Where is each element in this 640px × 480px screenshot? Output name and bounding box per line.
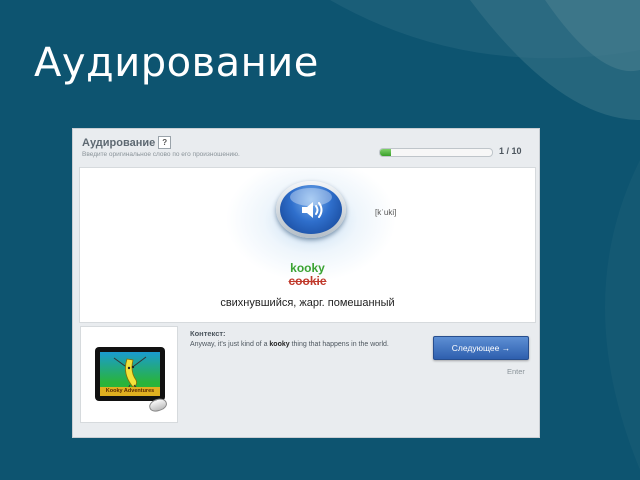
context-sentence: Anyway, it's just kind of a kooky thing … bbox=[190, 340, 405, 350]
speaker-icon bbox=[302, 202, 323, 218]
play-audio-button-face bbox=[280, 185, 342, 234]
context-thumbnail[interactable]: Kooky Adventures bbox=[80, 326, 178, 423]
tablet-screen: Kooky Adventures bbox=[100, 352, 160, 396]
progress-bar-fill bbox=[380, 149, 392, 156]
app-screenshot: Аудирование? Введите оригинальное слово … bbox=[72, 128, 540, 438]
help-icon[interactable]: ? bbox=[158, 136, 172, 149]
context-label: Контекст: bbox=[190, 329, 226, 338]
next-button[interactable]: Следующее → bbox=[433, 336, 529, 360]
exercise-header: Аудирование? bbox=[82, 136, 172, 149]
progress-bar bbox=[379, 148, 493, 157]
transcription: [kˈuki] bbox=[375, 208, 397, 217]
exercise-instruction: Введите оригинальное слово по его произн… bbox=[82, 151, 240, 158]
correct-word: kooky bbox=[290, 261, 325, 275]
user-wrong-answer: cookie bbox=[288, 274, 327, 288]
enter-key-hint: Enter bbox=[507, 367, 525, 376]
word-translation: свихнувшийся, жарг. помешанный bbox=[220, 297, 395, 309]
tablet-image: Kooky Adventures bbox=[95, 347, 165, 401]
context-text-before: Anyway, it's just kind of a bbox=[190, 341, 270, 348]
thumbnail-caption: Kooky Adventures bbox=[100, 387, 160, 396]
exercise-title: Аудирование bbox=[82, 137, 156, 149]
context-text-after: thing that happens in the world. bbox=[289, 341, 389, 348]
slide-title: Аудирование bbox=[34, 40, 319, 86]
word-card: [kˈuki] kooky cookie свихнувшийся, жарг.… bbox=[79, 167, 536, 323]
play-audio-button[interactable] bbox=[276, 181, 346, 238]
context-highlight-word: kooky bbox=[269, 341, 290, 348]
progress-counter: 1 / 10 bbox=[499, 146, 522, 156]
